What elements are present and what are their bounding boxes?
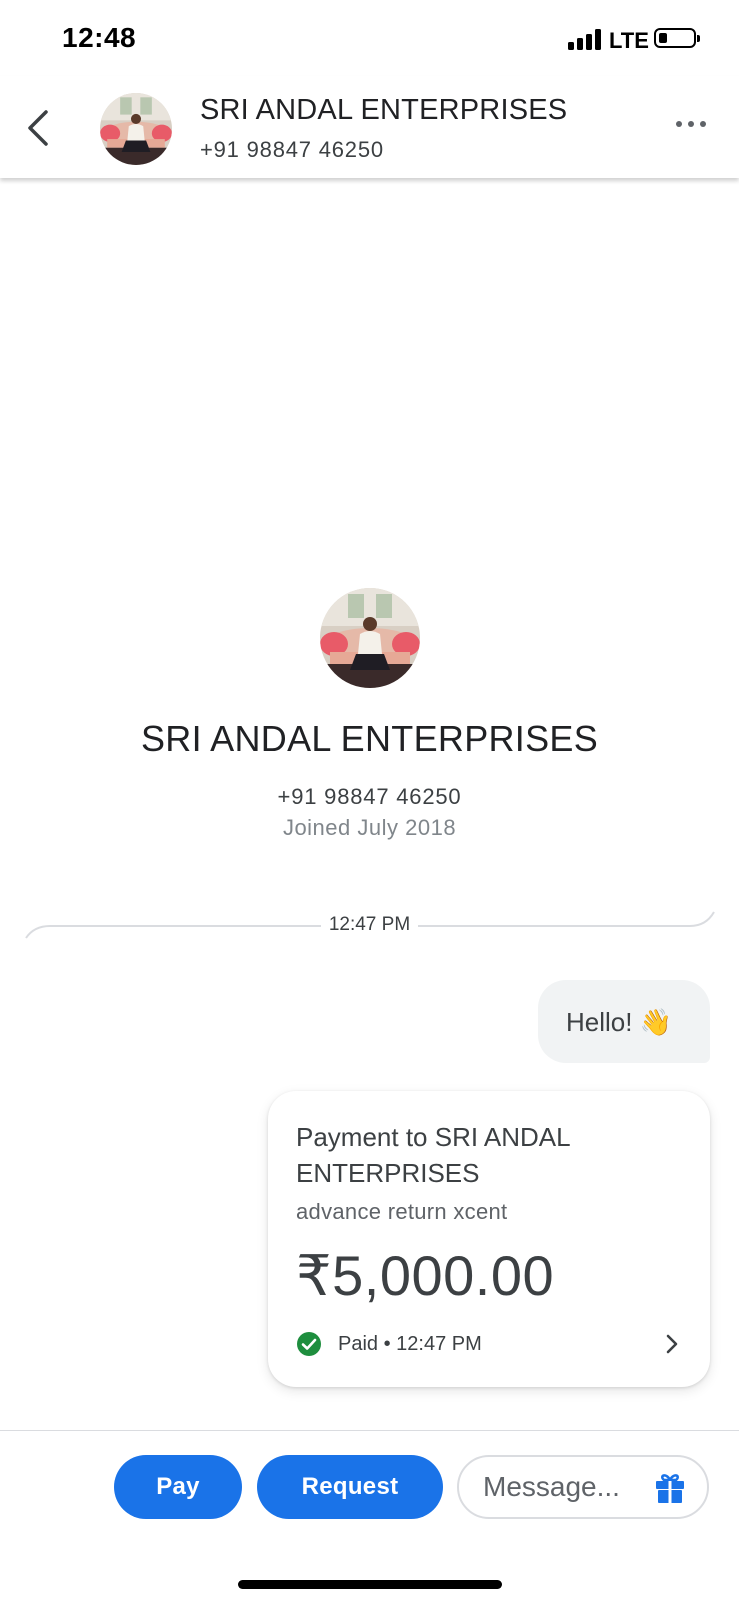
profile-avatar[interactable]	[320, 588, 420, 688]
more-options-button[interactable]	[676, 116, 716, 132]
message-bubble[interactable]: Hello! 👋	[538, 980, 710, 1063]
home-indicator[interactable]	[238, 1580, 502, 1589]
avatar[interactable]	[100, 93, 172, 165]
profile-phone: +91 98847 46250	[277, 784, 462, 809]
back-button[interactable]	[20, 106, 60, 150]
payment-card[interactable]: Payment to SRI ANDAL ENTERPRISES advance…	[268, 1091, 710, 1387]
profile-name: SRI ANDAL ENTERPRISES	[140, 718, 599, 759]
gift-icon[interactable]	[653, 1471, 687, 1505]
message-input[interactable]	[483, 1457, 653, 1517]
request-button[interactable]: Request	[257, 1455, 443, 1519]
chevron-right-icon[interactable]	[658, 1330, 686, 1358]
signal-strength-icon	[568, 28, 604, 50]
network-type: LTE	[609, 28, 649, 53]
pay-button[interactable]: Pay	[114, 1455, 242, 1519]
composer-bar: Pay Request	[0, 1430, 739, 1601]
status-time: 12:48	[62, 22, 137, 53]
payment-title: Payment to SRI ANDAL ENTERPRISES	[296, 1122, 570, 1188]
divider-timestamp: 12:47 PM	[320, 914, 419, 935]
profile-joined-date: Joined July 2018	[282, 815, 457, 840]
check-circle-icon	[297, 1332, 321, 1356]
battery-icon	[654, 28, 700, 48]
payment-amount: ₹5,000.00	[296, 1244, 555, 1307]
payment-note: advance return xcent	[296, 1199, 508, 1224]
message-text: Hello! 👋	[566, 1007, 673, 1037]
payment-status: Paid • 12:47 PM	[338, 1333, 482, 1355]
chevron-left-icon	[28, 110, 48, 146]
message-field[interactable]	[457, 1455, 709, 1519]
header-contact-name: SRI ANDAL ENTERPRISES	[200, 94, 568, 126]
chat-header: SRI ANDAL ENTERPRISES +91 98847 46250	[0, 76, 739, 178]
header-contact-phone: +91 98847 46250	[200, 137, 384, 162]
